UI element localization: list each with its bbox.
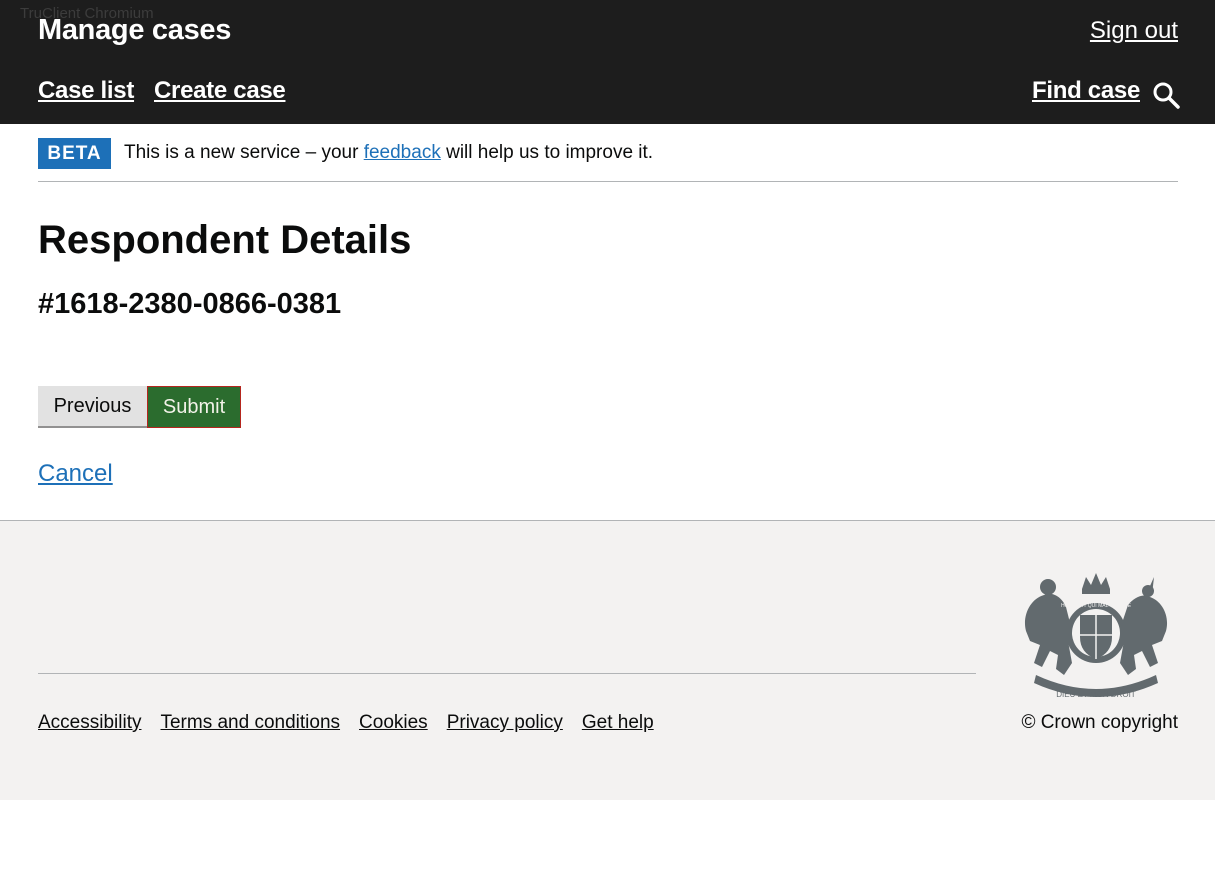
beta-tag: BETA — [38, 138, 111, 169]
feedback-link[interactable]: feedback — [364, 142, 441, 163]
nav-case-list[interactable]: Case list — [38, 77, 134, 105]
footer-link-cookies[interactable]: Cookies — [359, 712, 428, 734]
previous-button[interactable]: Previous — [38, 386, 147, 428]
nav-create-case[interactable]: Create case — [154, 77, 286, 105]
royal-coat-of-arms-icon: DIEU ET MON DROIT HONI SOIT QUI MAL Y PE… — [1024, 573, 1168, 699]
crest-garter-motto: HONI SOIT QUI MAL Y PENSE — [1061, 603, 1132, 609]
footer-divider — [38, 673, 976, 674]
case-reference: #1618-2380-0866-0381 — [38, 288, 342, 320]
footer-link-privacy[interactable]: Privacy policy — [447, 712, 563, 734]
crown-copyright: © Crown copyright — [1021, 712, 1178, 733]
site-footer: DIEU ET MON DROIT HONI SOIT QUI MAL Y PE… — [0, 520, 1215, 800]
phase-banner-text: This is a new service – your feedback wi… — [124, 142, 653, 164]
footer-link-get-help[interactable]: Get help — [582, 712, 654, 734]
sign-out-link[interactable]: Sign out — [1090, 17, 1178, 45]
phase-text-before: This is a new service – your — [124, 142, 364, 163]
cancel-link[interactable]: Cancel — [38, 460, 113, 488]
footer-link-terms[interactable]: Terms and conditions — [160, 712, 340, 734]
phase-text-after: will help us to improve it. — [440, 142, 654, 163]
search-icon[interactable] — [1152, 81, 1180, 109]
nav-find-case[interactable]: Find case — [1032, 77, 1140, 105]
page-title: Respondent Details — [38, 218, 412, 262]
submit-button[interactable]: Submit — [147, 386, 241, 428]
phase-banner: BETA This is a new service – your feedba… — [38, 138, 1178, 182]
crest-motto: DIEU ET MON DROIT — [1056, 690, 1136, 699]
service-name-link[interactable]: Manage cases — [38, 14, 231, 47]
footer-links: Accessibility Terms and conditions Cooki… — [38, 712, 654, 734]
footer-link-accessibility[interactable]: Accessibility — [38, 712, 141, 734]
site-header: TruClient Chromium Manage cases Sign out… — [0, 0, 1215, 124]
